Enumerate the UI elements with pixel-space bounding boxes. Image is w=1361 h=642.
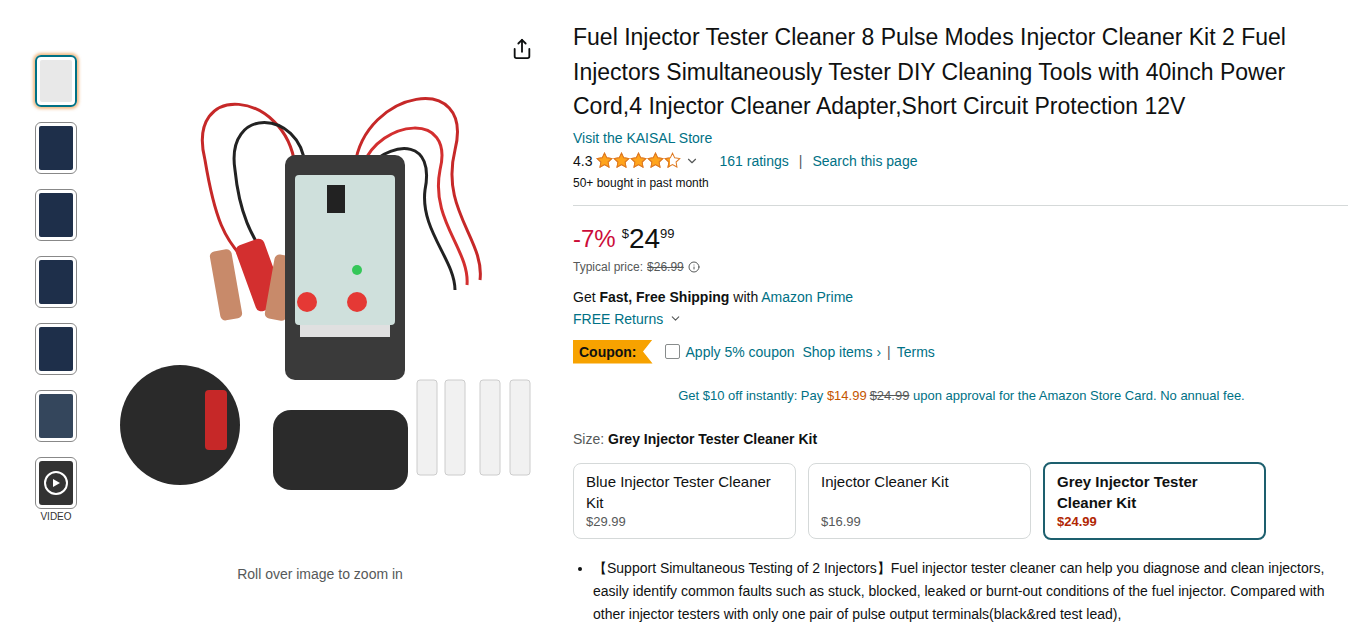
rating-row: 4.3 161 ratings | Search this page	[573, 150, 1350, 172]
thumbnail[interactable]	[35, 323, 77, 375]
thumbnail[interactable]: VIDEO	[35, 457, 77, 523]
star-icon	[647, 152, 664, 169]
thumbnail[interactable]	[35, 189, 77, 241]
search-page-link[interactable]: Search this page	[812, 150, 917, 172]
size-options: Blue Injector Tester Cleaner Kit$29.99In…	[573, 462, 1350, 540]
star-icon	[664, 152, 681, 169]
size-option[interactable]: Blue Injector Tester Cleaner Kit$29.99	[573, 463, 796, 539]
video-thumbnail	[39, 461, 73, 505]
share-icon[interactable]	[511, 38, 533, 60]
thumbnail-image	[39, 193, 73, 237]
coupon-badge: Coupon:	[573, 340, 653, 364]
thumbnail-image	[40, 60, 72, 102]
size-option[interactable]: Injector Cleaner Kit $16.99	[808, 463, 1031, 539]
thumbnail-image	[39, 394, 73, 438]
thumbnail[interactable]	[35, 256, 77, 308]
coupon-checkbox[interactable]	[665, 344, 680, 359]
price: $2499	[622, 224, 675, 254]
rating-value: 4.3	[573, 150, 592, 172]
ratings-link[interactable]: 161 ratings	[719, 150, 788, 172]
thumbnail-image	[39, 126, 73, 170]
coupon-label[interactable]: Apply 5% coupon	[686, 342, 795, 362]
product-title: Fuel Injector Tester Cleaner 8 Pulse Mod…	[573, 20, 1350, 124]
product-page: VIDEO Roll over image to zoom in Fuel Inje…	[0, 0, 1361, 642]
coupon-row: Coupon: Apply 5% coupon Shop items ›| Terms	[573, 340, 1350, 364]
feature-bullet: 【Support Simultaneous Testing of 2 Injec…	[593, 557, 1343, 626]
play-icon	[44, 471, 68, 495]
typical-price: Typical price:$26.99	[573, 259, 1350, 275]
size-option[interactable]: Grey Injector Tester Cleaner Kit$24.99	[1043, 462, 1266, 540]
option-price: $24.99	[1057, 513, 1252, 531]
option-price: $16.99	[821, 513, 1018, 531]
size-label: Size: Grey Injector Tester Cleaner Kit	[573, 429, 1350, 449]
zoom-hint: Roll over image to zoom in	[95, 564, 545, 585]
terms-link[interactable]: Terms	[897, 342, 935, 362]
thumbnail[interactable]	[35, 55, 77, 107]
prime-link[interactable]: Amazon Prime	[761, 289, 853, 305]
feature-bullets: 【Support Simultaneous Testing of 2 Injec…	[573, 557, 1343, 626]
shop-items-link[interactable]: Shop items ›	[803, 342, 882, 362]
product-details: Fuel Injector Tester Cleaner 8 Pulse Mod…	[573, 0, 1350, 642]
bought-count: 50+ bought in past month	[573, 174, 1350, 192]
thumbnail-label: VIDEO	[40, 511, 71, 523]
divider	[573, 205, 1348, 206]
discount: -7%	[573, 224, 616, 254]
chevron-down-icon[interactable]	[669, 312, 682, 325]
shipping-info: Get Fast, Free Shipping with Amazon Prim…	[573, 287, 1350, 307]
thumbnail-image	[39, 327, 73, 371]
star-icon	[613, 152, 630, 169]
store-card-offer: Get $10 off instantly: Pay $14.99$24.99 …	[573, 387, 1350, 405]
chevron-down-icon[interactable]	[685, 154, 699, 168]
option-name: Grey Injector Tester Cleaner Kit	[1057, 471, 1252, 513]
store-link[interactable]: Visit the KAISAL Store	[573, 128, 1350, 148]
star-icon	[630, 152, 647, 169]
image-area: Roll over image to zoom in	[95, 0, 545, 642]
thumbnail-image	[39, 260, 73, 304]
thumbnail-list: VIDEO	[35, 0, 77, 642]
thumbnail[interactable]	[35, 390, 77, 442]
option-name: Injector Cleaner Kit	[821, 471, 1018, 492]
free-returns[interactable]: FREE Returns	[573, 309, 1350, 329]
price-row: -7%$2499	[573, 224, 1350, 254]
thumbnail[interactable]	[35, 122, 77, 174]
separator: |	[799, 150, 803, 172]
star-icon	[596, 152, 613, 169]
option-name: Blue Injector Tester Cleaner Kit	[586, 471, 783, 513]
option-price: $29.99	[586, 513, 783, 531]
product-image[interactable]	[95, 50, 545, 490]
info-icon[interactable]	[688, 261, 700, 273]
separator: |	[887, 342, 891, 362]
star-rating[interactable]	[596, 152, 681, 169]
